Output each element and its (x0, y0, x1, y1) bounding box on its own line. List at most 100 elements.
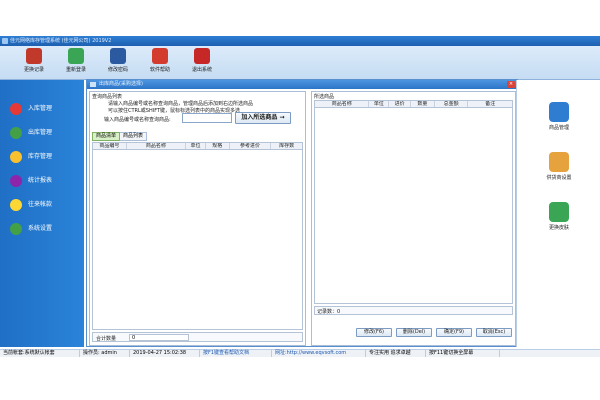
gear-icon (10, 223, 22, 235)
toolbar-button-label: 修改密码 (107, 67, 128, 73)
tab-bar: 商品清单 商品列表 (92, 132, 148, 141)
sidebar-item[interactable]: 往来帐款 (8, 198, 82, 212)
people-icon (549, 152, 569, 172)
status-cell: 按F11键切换全屏幕 (426, 350, 500, 357)
toolbar-icon (194, 48, 210, 64)
toolbar-button[interactable]: 更换记录 (14, 48, 54, 78)
status-cell: 专注实用 追求卓越 (366, 350, 426, 357)
quick-launch-label: 更换皮肤 (548, 225, 569, 231)
goods-grid-header: 商品编号 商品名称 单位 规格 参考进价 库存数 (92, 142, 303, 150)
toolbar-button-label: 更换记录 (23, 67, 44, 73)
selected-grid-header: 商品名称 单位 进价 数量 总金额 备注 (314, 100, 513, 108)
sidebar-item-label: 出库管理 (28, 129, 53, 136)
add-selected-button[interactable]: 加入所选商品 → (235, 112, 291, 124)
column-header[interactable]: 单位 (369, 101, 390, 107)
column-header[interactable]: 参考进价 (230, 143, 272, 149)
total-value: 0 (129, 334, 189, 341)
close-button[interactable]: × (507, 81, 515, 88)
arrow-right-icon (10, 103, 22, 115)
edit-button[interactable]: 修改(F6) (356, 328, 392, 337)
sidebar: 入库管理出库管理库存管理统计报表往来帐款系统设置 (0, 80, 84, 347)
column-header[interactable]: 商品名称 (315, 101, 370, 107)
query-hint-line1: 请输入商品编号或名称查询商品，管理商品后添加到右边所选商品 (108, 101, 254, 107)
total-label: 合计数量 (96, 336, 117, 342)
toolbar-button[interactable]: 退出系统 (182, 48, 222, 78)
record-count-bar: 记录数：0 (314, 306, 513, 315)
column-header[interactable]: 单位 (186, 143, 206, 149)
column-header[interactable]: 规格 (206, 143, 230, 149)
total-bar: 合计数量 0 (92, 332, 303, 342)
toolbar-icon (68, 48, 84, 64)
status-cell: 当前帐套:系统默认帐套 (0, 350, 80, 357)
status-bar: 当前帐套:系统默认帐套 操作员: admin 2019-04-27 15:02:38… (0, 349, 600, 357)
column-header[interactable]: 商品编号 (93, 143, 127, 149)
selected-panel: 所选商品 商品名称 单位 进价 数量 总金额 备注 记录数：0 修改(F6) 删… (311, 91, 516, 346)
dollar-icon (10, 199, 22, 211)
window-title: 佳元网络库存管理系统 (佳元网公司) 2019V2 (10, 38, 112, 44)
sidebar-item-label: 库存管理 (28, 153, 53, 160)
sidebar-item[interactable]: 统计报表 (8, 174, 82, 188)
arrow-right-icon: → (279, 114, 285, 121)
quick-launch-label: 商品管理 (548, 125, 569, 131)
selected-heading: 所选商品 (314, 94, 335, 100)
quick-launch-label: 供货商设置 (546, 175, 572, 181)
delete-button[interactable]: 删除(Del) (396, 328, 432, 337)
toolbar-button[interactable]: 软件帮助 (140, 48, 180, 78)
dialog-title-bar: 出库商品(采购选择) × (87, 80, 517, 89)
status-cell: 操作员: admin (80, 350, 130, 357)
toolbar-icon (152, 48, 168, 64)
column-header[interactable]: 进价 (389, 101, 412, 107)
sidebar-item[interactable]: 出库管理 (8, 126, 82, 140)
quick-launch-item[interactable]: 供货商设置 (529, 152, 589, 181)
column-header[interactable]: 库存数 (271, 143, 302, 149)
dialog-icon (90, 82, 96, 87)
quick-launch-item[interactable]: 商品管理 (529, 102, 589, 131)
select-goods-dialog: 出库商品(采购选择) × 查询商品列表 请输入商品编号或名称查询商品，管理商品后… (86, 79, 518, 347)
toolbar-icon (110, 48, 126, 64)
confirm-button[interactable]: 确定(F9) (436, 328, 472, 337)
selected-grid[interactable] (314, 108, 513, 304)
quick-launch-panel: 商品管理供货商设置更换皮肤 (516, 80, 600, 347)
plus-icon (10, 127, 22, 139)
search-input[interactable] (182, 113, 232, 123)
sidebar-item[interactable]: 入库管理 (8, 102, 82, 116)
sidebar-item-label: 系统设置 (28, 225, 53, 232)
toolbar-icon (26, 48, 42, 64)
column-header[interactable]: 备注 (468, 101, 512, 107)
sidebar-item[interactable]: 系统设置 (8, 222, 82, 236)
column-header[interactable]: 商品名称 (127, 143, 187, 149)
sidebar-item-label: 往来帐款 (28, 201, 53, 208)
quick-launch-item[interactable]: 更换皮肤 (529, 202, 589, 231)
goods-grid[interactable] (92, 150, 303, 330)
cancel-button[interactable]: 取消(Esc) (476, 328, 512, 337)
toolbar-button[interactable]: 重新登录 (56, 48, 96, 78)
dialog-title: 出库商品(采购选择) (99, 81, 143, 87)
query-heading: 查询商品列表 (92, 94, 123, 100)
toolbar-button[interactable]: 修改密码 (98, 48, 138, 78)
title-bar: 佳元网络库存管理系统 (佳元网公司) 2019V2 (0, 36, 600, 46)
record-count: 记录数：0 (317, 309, 341, 315)
register-icon (549, 102, 569, 122)
tab-goods-table[interactable]: 商品列表 (120, 132, 148, 141)
search-label: 输入商品编号或名称查询商品: (104, 117, 171, 123)
toolbar-button-label: 退出系统 (191, 67, 212, 73)
column-header[interactable]: 总金额 (435, 101, 469, 107)
sidebar-item-label: 统计报表 (28, 177, 53, 184)
add-selected-label: 加入所选商品 (241, 114, 278, 121)
tab-goods-list[interactable]: 商品清单 (92, 132, 121, 141)
application-window: 佳元网络库存管理系统 (佳元网公司) 2019V2 更换记录 重新登录 修改密码 软件… (0, 36, 600, 361)
sidebar-item-label: 入库管理 (28, 105, 53, 112)
app-icon (2, 38, 8, 44)
status-cell: 2019-04-27 15:02:38 (130, 350, 200, 357)
query-panel: 查询商品列表 请输入商品编号或名称查询商品，管理商品后添加到右边所选商品 可以按… (89, 91, 306, 346)
star-icon (10, 151, 22, 163)
column-header[interactable]: 数量 (411, 101, 435, 107)
sidebar-item[interactable]: 库存管理 (8, 150, 82, 164)
cubes-icon (549, 202, 569, 222)
toolbar-button-label: 软件帮助 (149, 67, 170, 73)
status-cell: 网址:http://www.eqvsoft.com (272, 350, 366, 357)
toolbar-button-label: 重新登录 (65, 67, 86, 73)
toolbar: 更换记录 重新登录 修改密码 软件帮助 退出系统 (0, 46, 600, 80)
bar-chart-icon (10, 175, 22, 187)
status-cell: 按F1键查看帮助文档 (200, 350, 272, 357)
